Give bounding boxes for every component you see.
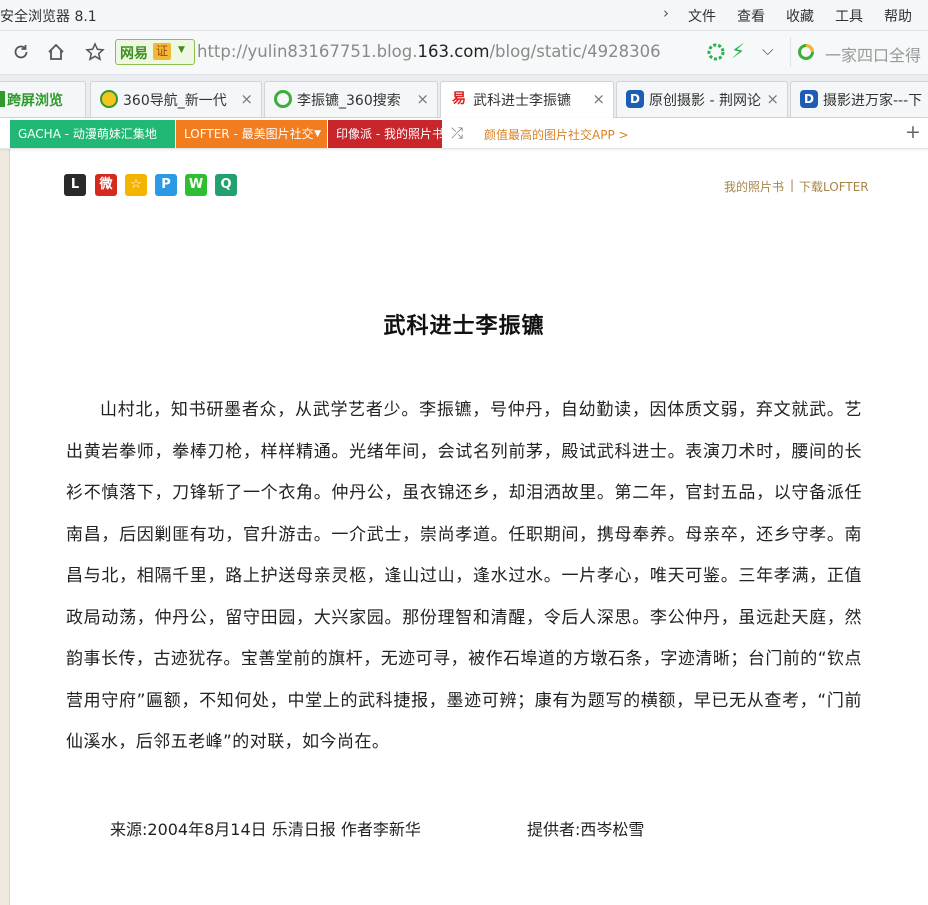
cross-screen-icon — [0, 91, 5, 107]
close-icon[interactable]: × — [592, 90, 605, 108]
yixin-share-icon[interactable]: Q — [215, 174, 237, 196]
yinxiang-label: 印像派 - 我的照片书 — [336, 127, 444, 141]
menu-help[interactable]: 帮助 — [884, 6, 912, 26]
article-source: 来源:2004年8月14日 乐清日报 作者李新华 — [110, 820, 421, 839]
tab-360-search[interactable]: 李振镳_360搜索 × — [264, 81, 438, 117]
caret-down-icon: ▼ — [314, 129, 321, 139]
forum-icon: D — [800, 90, 818, 108]
article-title: 武科进士李振镳 — [383, 313, 545, 339]
home-icon[interactable] — [44, 40, 68, 64]
gacha-label: GACHA - 动漫萌妹汇集地 — [18, 127, 157, 141]
qzone-share-icon[interactable]: ☆ — [125, 174, 147, 196]
netease-icon: 易 — [450, 90, 468, 108]
search-engine-icon[interactable] — [797, 43, 815, 61]
download-lofter-link[interactable]: 下载LOFTER — [799, 178, 869, 195]
menu-tools[interactable]: 工具 — [835, 6, 863, 26]
tab-cross-screen[interactable]: 跨屏浏览 — [0, 81, 86, 117]
shuffle-icon[interactable]: ⤮ — [451, 124, 463, 142]
app-title: 安全浏览器 8.1 — [0, 9, 97, 25]
caret-down-icon: ▼ — [178, 45, 185, 55]
weibo-share-icon[interactable]: 微 — [95, 174, 117, 196]
star-bookmark-icon[interactable] — [83, 40, 107, 64]
page-left-divider — [9, 148, 10, 905]
speedup-icon[interactable] — [706, 42, 726, 62]
url-domain: 163.com — [417, 42, 490, 61]
menu-file[interactable]: 文件 — [688, 6, 716, 26]
address-bar: 网易 证 ▼ http://yulin83167751.blog.163.com… — [0, 31, 928, 75]
360-search-icon — [274, 90, 292, 108]
menu-view[interactable]: 查看 — [737, 6, 765, 26]
bottom-fade-overlay — [10, 872, 928, 905]
tab-label: 李振镳_360搜索 — [297, 93, 401, 109]
menu-favorites[interactable]: 收藏 — [786, 6, 814, 26]
certificate-icon: 证 — [153, 43, 171, 60]
site-badge[interactable]: 网易 证 ▼ — [115, 39, 195, 65]
page-left-border — [0, 148, 9, 905]
close-icon[interactable]: × — [416, 90, 429, 108]
lofter-share-icon[interactable]: L — [64, 174, 86, 196]
gacha-link[interactable]: GACHA - 动漫萌妹汇集地 — [10, 120, 175, 148]
url-input[interactable]: http://yulin83167751.blog.163.com/blog/s… — [197, 39, 705, 65]
photo-book-link[interactable]: 我的照片书 — [724, 178, 784, 195]
tab-photo-forum[interactable]: D 原创摄影 - 荆网论 × — [616, 81, 788, 117]
tab-label: 360导航_新一代 — [123, 93, 227, 109]
yinxiang-link[interactable]: 印像派 - 我的照片书 — [328, 120, 444, 148]
pp-share-icon[interactable]: P — [155, 174, 177, 196]
wechat-share-icon[interactable]: W — [185, 174, 207, 196]
forum-icon: D — [626, 90, 644, 108]
tab-label: 跨屏浏览 — [7, 93, 63, 109]
search-input[interactable]: 一家四口全得 — [825, 42, 921, 66]
title-bar: 安全浏览器 8.1 › 文件 查看 收藏 工具 帮助 — [0, 0, 928, 31]
360-nav-icon — [100, 90, 118, 108]
article-body: 山村北，知书研墨者众，从武学艺者少。李振镳，号仲丹，自幼勤读，因体质文弱，弃文就… — [66, 400, 862, 752]
tab-label: 武科进士李振镳 — [473, 93, 571, 109]
article-provider: 提供者:西岑松雪 — [527, 820, 645, 839]
site-badge-label: 网易 — [120, 46, 148, 62]
url-prefix: http://yulin83167751.blog. — [197, 42, 418, 61]
url-suffix: /blog/static/4928306 — [489, 42, 661, 61]
app-promo-link[interactable]: 颜值最高的图片社交APP > — [484, 126, 629, 143]
lofter-top-bar: GACHA - 动漫萌妹汇集地 LOFTER - 最美图片社交 ▼ 印像派 - 我… — [0, 118, 928, 149]
tab-photo-home[interactable]: D 摄影进万家---下 — [790, 81, 928, 117]
lightning-icon[interactable]: ⚡ — [731, 39, 745, 63]
refresh-icon[interactable] — [9, 40, 33, 64]
chevron-down-icon[interactable]: ⌵ — [762, 41, 773, 59]
plus-icon[interactable]: + — [905, 121, 921, 143]
lofter-link[interactable]: LOFTER - 最美图片社交 ▼ — [176, 120, 327, 148]
tab-360-nav[interactable]: 360导航_新一代 × — [90, 81, 262, 117]
close-icon[interactable]: × — [766, 90, 779, 108]
tab-article[interactable]: 易 武科进士李振镳 × — [440, 81, 614, 118]
close-icon[interactable]: × — [240, 90, 253, 108]
lofter-label: LOFTER - 最美图片社交 — [184, 127, 314, 141]
search-box[interactable]: 一家四口全得 — [790, 37, 928, 67]
link-separator: | — [790, 178, 795, 192]
tab-label: 原创摄影 - 荆网论 — [649, 93, 761, 109]
chevron-right-icon[interactable]: › — [663, 4, 669, 22]
tab-bar: 跨屏浏览 360导航_新一代 × 李振镳_360搜索 × 易 武科进士李振镳 ×… — [0, 75, 928, 118]
tab-label: 摄影进万家---下 — [823, 93, 923, 109]
